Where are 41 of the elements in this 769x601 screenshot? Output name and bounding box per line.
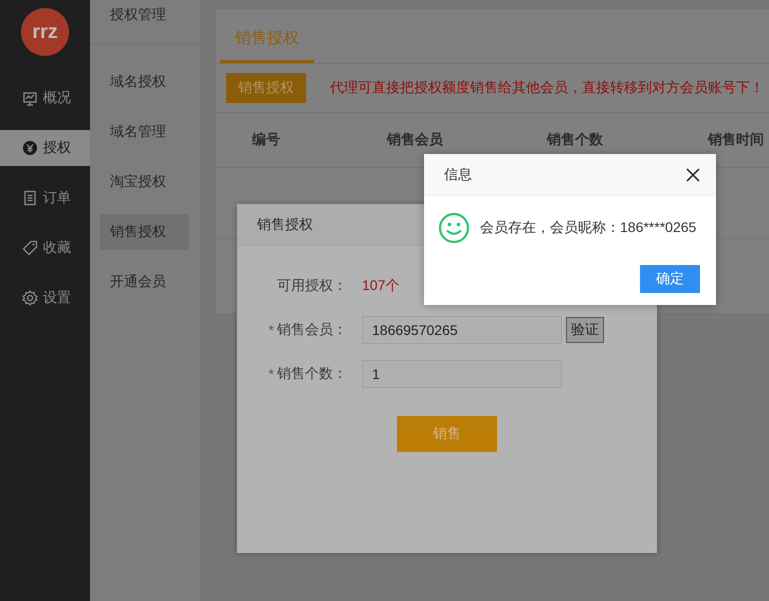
confirm-button[interactable]: 确定 <box>640 265 700 293</box>
close-icon[interactable] <box>686 168 700 182</box>
required-mark: * <box>268 322 274 338</box>
dialog-title: 信息 <box>444 166 472 184</box>
submenu-item[interactable]: 域名授权 <box>100 64 189 100</box>
nav-label: 概况 <box>43 89 71 107</box>
nav-item[interactable]: 订单 <box>0 180 90 216</box>
nav-label: 授权 <box>43 139 71 157</box>
submenu-item[interactable]: 开通会员 <box>100 264 189 300</box>
submenu-item[interactable]: 淘宝授权 <box>100 164 189 200</box>
sell-button[interactable]: 销售授权 <box>226 73 306 103</box>
notice-text: 代理可直接把授权额度销售给其他会员，直接转移到对方会员账号下！ <box>330 79 764 97</box>
submit-button[interactable]: 销售 <box>397 416 497 452</box>
nav-label: 收藏 <box>43 239 71 257</box>
verify-button[interactable]: 验证 <box>566 317 604 343</box>
column-header: 销售个数 <box>546 131 604 149</box>
yen-icon <box>22 140 38 156</box>
settings-icon <box>22 290 38 306</box>
column-header: 销售时间 <box>706 131 765 149</box>
input-field[interactable]: 18669570265 <box>362 316 562 344</box>
nav-label: 设置 <box>43 289 71 307</box>
tag-icon <box>22 240 38 256</box>
field-label: 可用授权： <box>277 277 347 295</box>
logo: rrz <box>21 8 69 56</box>
nav-item[interactable]: 设置 <box>0 280 90 316</box>
field-label: 销售个数： <box>277 365 347 383</box>
submenu-item[interactable]: 销售授权 <box>100 214 189 250</box>
nav-item[interactable]: 收藏 <box>0 230 90 266</box>
field-value: 107个 <box>362 277 400 295</box>
document-icon <box>22 190 38 206</box>
column-header: 销售会员 <box>386 131 444 149</box>
nav-label: 订单 <box>43 189 71 207</box>
nav-item[interactable]: 授权 <box>0 130 90 166</box>
monitor-icon <box>22 90 38 106</box>
required-mark: * <box>268 366 274 382</box>
column-header: 编号 <box>250 131 281 149</box>
field-label: 销售会员： <box>277 321 347 339</box>
smile-icon <box>438 212 470 244</box>
submenu-item[interactable]: 域名管理 <box>100 114 189 150</box>
nav-item[interactable]: 概况 <box>0 80 90 116</box>
input-field[interactable]: 1 <box>362 360 562 388</box>
